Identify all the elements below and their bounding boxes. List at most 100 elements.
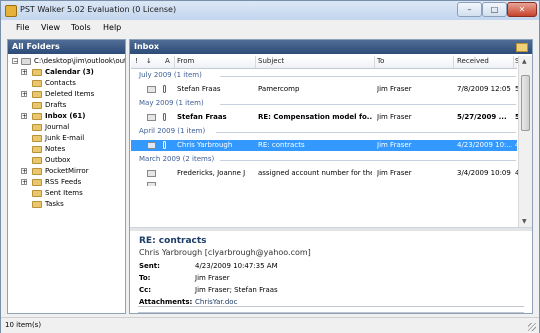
sent-label: Sent: — [139, 262, 160, 270]
folder-label: Outbox — [45, 156, 71, 164]
group-header[interactable]: May 2009 (1 item) — [139, 99, 204, 107]
cc-label: Cc: — [139, 286, 152, 294]
row-from: Stefan Fraas — [177, 85, 221, 93]
inbox-title: Inbox — [134, 42, 160, 51]
to-label: To: — [139, 274, 151, 282]
row-received: 4/23/2009 10:... — [457, 141, 512, 149]
folder-inbox[interactable]: Inbox (61) — [32, 111, 86, 121]
group-divider — [216, 132, 516, 133]
collapse-icon[interactable]: − — [12, 58, 18, 65]
folder-icon — [32, 90, 42, 98]
group-header[interactable]: April 2009 (1 item) — [139, 127, 205, 135]
folder-contacts[interactable]: Contacts — [32, 78, 76, 88]
scroll-down-icon[interactable]: ▼ — [522, 218, 527, 225]
folder-label: Drafts — [45, 101, 67, 109]
col-to[interactable]: To — [377, 57, 384, 65]
expand-icon[interactable]: + — [21, 113, 27, 120]
col-importance[interactable]: ! — [135, 57, 138, 65]
menu-view[interactable]: View — [41, 23, 60, 32]
folder-icon — [516, 43, 528, 52]
message-row-partial[interactable] — [131, 180, 517, 186]
expand-icon[interactable]: + — [21, 91, 27, 98]
folder-label: PocketMirror — [45, 167, 89, 175]
expand-icon[interactable]: + — [21, 168, 27, 175]
app-icon — [5, 5, 17, 17]
row-from: Chris Yarbrough — [177, 141, 233, 149]
pst-file-icon — [21, 57, 31, 65]
col-icon[interactable]: ↓ — [146, 57, 152, 65]
row-subject: RE: contracts — [258, 141, 305, 149]
folder-icon — [32, 123, 42, 131]
message-pane: Inbox ! ↓ A From Subject To Received S J… — [129, 39, 533, 314]
row-received: 3/4/2009 10:09 ... — [457, 169, 512, 177]
group-header[interactable]: July 2009 (1 item) — [139, 71, 202, 79]
folder-calendar[interactable]: Calendar (3) — [32, 67, 94, 77]
folder-rss-feeds[interactable]: RSS Feeds — [32, 177, 81, 187]
folder-icon — [32, 145, 42, 153]
title-bar[interactable]: PST Walker 5.02 Evaluation (0 License) –… — [1, 1, 539, 20]
folder-outbox[interactable]: Outbox — [32, 155, 70, 165]
group-divider — [220, 160, 516, 161]
col-subject[interactable]: Subject — [258, 57, 284, 65]
attachment-link[interactable]: ChrisYar.doc — [195, 298, 237, 306]
window-title: PST Walker 5.02 Evaluation (0 License) — [20, 5, 177, 14]
message-row[interactable]: Stefan Fraas Pamercomp Jim Fraser 7/8/20… — [131, 84, 519, 95]
close-button[interactable]: ✕ — [507, 2, 537, 17]
message-row-selected[interactable]: Chris Yarbrough RE: contracts Jim Fraser… — [131, 140, 519, 151]
folder-label: Notes — [45, 145, 66, 153]
col-from[interactable]: From — [177, 57, 194, 65]
row-received: 7/8/2009 12:05 PM — [457, 85, 512, 93]
expand-icon[interactable]: + — [21, 179, 27, 186]
to-value: Jim Fraser — [195, 274, 230, 282]
message-row[interactable]: Stefan Fraas RE: Compensation model fo..… — [131, 112, 519, 123]
folder-junk-email[interactable]: Junk E-mail — [32, 133, 84, 143]
vertical-scrollbar[interactable]: ▲ ▼ — [518, 56, 532, 228]
folder-pane: All Folders − C:\desktop\jim\outlook\out… — [7, 39, 126, 314]
resize-grip-icon[interactable] — [528, 323, 536, 331]
menu-help[interactable]: Help — [103, 23, 121, 32]
col-attachment[interactable]: A — [165, 57, 170, 65]
row-to: Jim Fraser — [377, 141, 412, 149]
status-bar: 10 item(s) — [1, 317, 539, 333]
folder-tasks[interactable]: Tasks — [32, 199, 64, 209]
scroll-thumb[interactable] — [521, 75, 530, 131]
folder-journal[interactable]: Journal — [32, 122, 69, 132]
envelope-icon — [147, 170, 156, 177]
maximize-button[interactable]: □ — [482, 2, 507, 17]
folder-notes[interactable]: Notes — [32, 144, 65, 154]
folder-deleted-items[interactable]: Deleted Items — [32, 89, 94, 99]
minimize-button[interactable]: – — [457, 2, 482, 17]
row-subject: Pamercomp — [258, 85, 300, 93]
envelope-icon — [147, 86, 156, 93]
preview-subject: RE: contracts — [139, 236, 207, 246]
menu-tools[interactable]: Tools — [71, 23, 91, 32]
folder-label: Calendar (3) — [45, 68, 94, 76]
tree-root[interactable]: C:\desktop\jim\outlook\outl — [21, 56, 125, 66]
scroll-up-icon[interactable]: ▲ — [522, 58, 527, 65]
folder-drafts[interactable]: Drafts — [32, 100, 66, 110]
message-row[interactable]: Fredericks, Joanne J assigned account nu… — [131, 168, 519, 179]
column-divider — [374, 56, 375, 68]
group-divider — [220, 76, 516, 77]
column-divider — [255, 56, 256, 68]
expand-icon[interactable]: + — [21, 69, 27, 76]
folder-label: RSS Feeds — [45, 178, 82, 186]
row-from: Stefan Fraas — [177, 113, 227, 121]
folder-pocketmirror[interactable]: PocketMirror — [32, 166, 89, 176]
paperclip-icon — [163, 85, 166, 93]
menu-bar: File View Tools Help — [1, 20, 539, 36]
inbox-header: Inbox — [130, 40, 532, 54]
col-received[interactable]: Received — [457, 57, 489, 65]
status-text: 10 item(s) — [5, 321, 42, 329]
envelope-icon — [147, 114, 156, 121]
folder-icon — [32, 189, 42, 197]
preview-from: Chris Yarbrough [clyarbrough@yahoo.com] — [139, 248, 311, 257]
row-subject: RE: Compensation model fo... — [258, 113, 372, 121]
column-divider — [453, 56, 454, 68]
app-window: PST Walker 5.02 Evaluation (0 License) –… — [0, 0, 540, 333]
menu-file[interactable]: File — [16, 23, 29, 32]
folder-sent-items[interactable]: Sent Items — [32, 188, 83, 198]
folder-icon — [32, 112, 42, 120]
row-received: 5/27/2009 ... — [457, 113, 507, 121]
group-header[interactable]: March 2009 (2 items) — [139, 155, 214, 163]
